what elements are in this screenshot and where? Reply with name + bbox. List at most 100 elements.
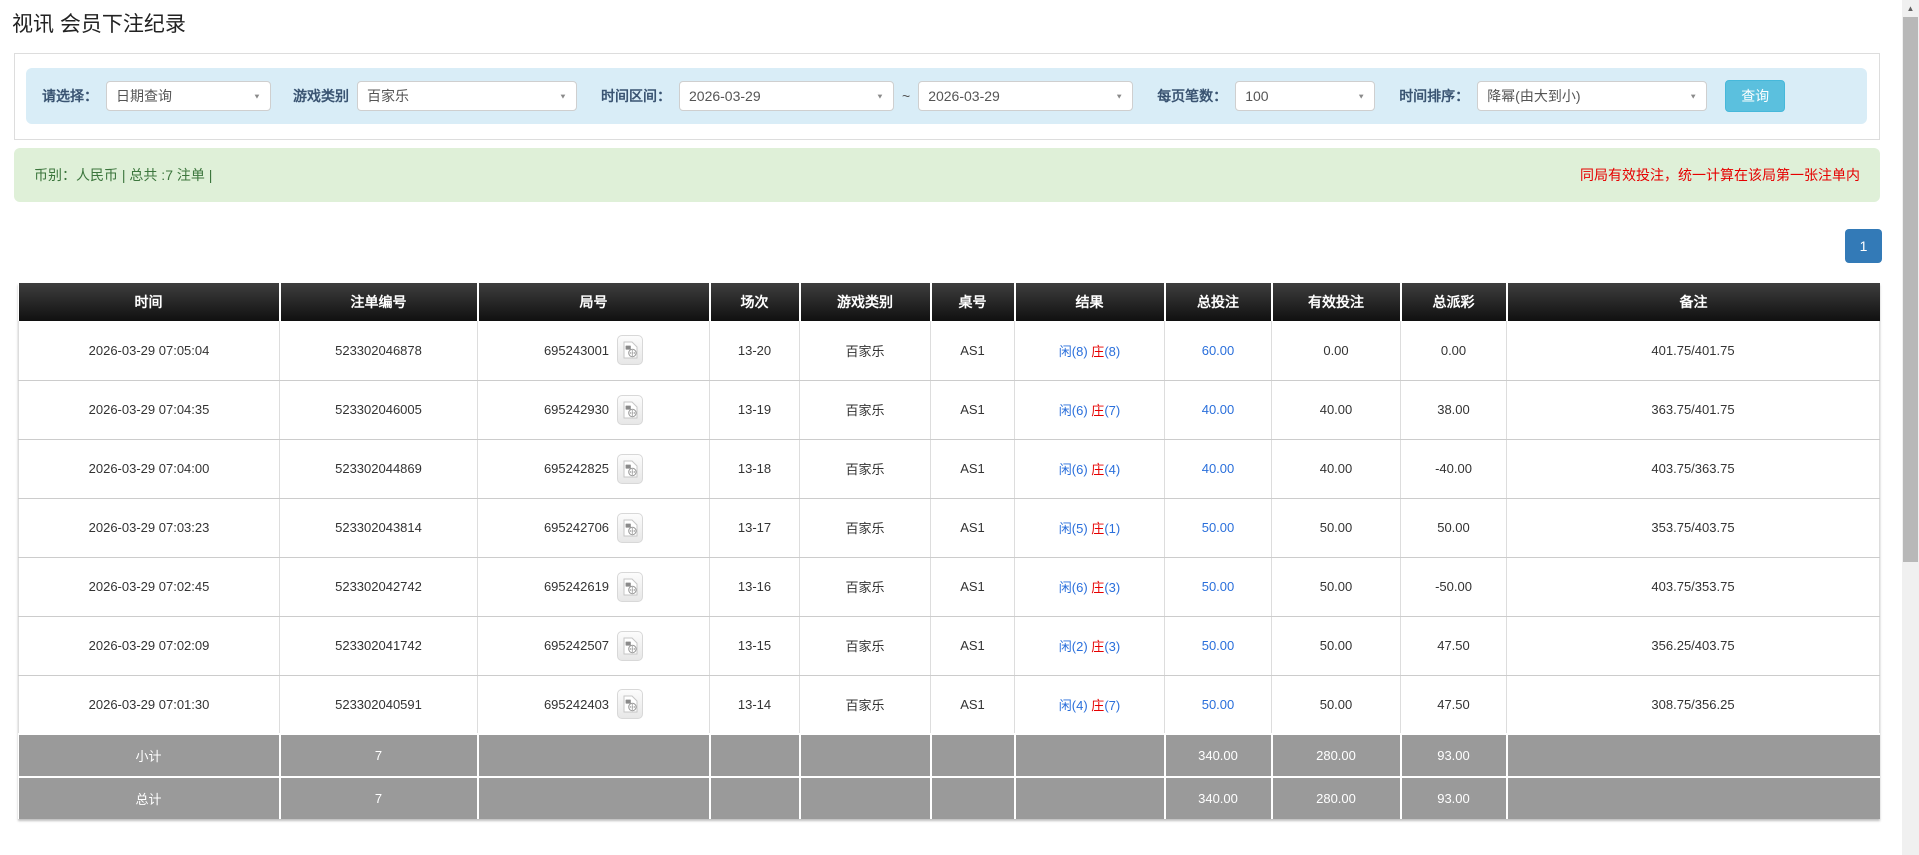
chevron-down-icon[interactable]: ▼ <box>1680 92 1706 100</box>
cell-game-type: 百家乐 <box>799 439 931 499</box>
total-bet-link[interactable]: 50.00 <box>1202 579 1235 594</box>
chevron-down-icon[interactable]: ▼ <box>1348 92 1374 100</box>
table-row: 2026-03-29 07:03:23 523302043814 695242706… <box>18 498 1880 558</box>
cell-total-bet[interactable]: 50.00 <box>1164 616 1272 676</box>
column-header: 桌号 <box>930 283 1016 321</box>
cell-total-bet[interactable]: 60.00 <box>1164 321 1272 381</box>
result-banker: 庄 <box>1091 403 1105 418</box>
total-bet-link[interactable]: 40.00 <box>1202 402 1235 417</box>
chevron-down-icon[interactable]: ▼ <box>1106 92 1132 100</box>
cell-session: 13-15 <box>709 616 800 676</box>
game-type-select[interactable]: 百家乐 ▼ <box>357 81 577 111</box>
pagination-page-1[interactable]: 1 <box>1845 229 1882 263</box>
cell-bet-id: 523302044869 <box>279 439 478 499</box>
cell-total-bet[interactable]: 50.00 <box>1164 557 1272 617</box>
chevron-up-icon[interactable]: ▲ <box>1902 0 1919 17</box>
query-type-select[interactable]: 日期查询 ▼ <box>106 81 271 111</box>
time-sort-select[interactable]: 降幂(由大到小) ▼ <box>1477 81 1708 111</box>
total-bet-link[interactable]: 40.00 <box>1202 461 1235 476</box>
date-to-value: 2026-03-29 <box>928 88 1000 104</box>
date-from-select[interactable]: 2026-03-29 ▼ <box>679 81 894 111</box>
video-file-icon[interactable] <box>617 512 644 543</box>
vertical-scrollbar[interactable]: ▲ <box>1902 0 1919 855</box>
result-banker-count: (7) <box>1104 403 1121 418</box>
cell-total-bet[interactable]: 40.00 <box>1164 439 1272 499</box>
cell-total-bet[interactable]: 40.00 <box>1164 380 1272 440</box>
cell-bet-id: 523302046878 <box>279 321 478 381</box>
cell-remark: 403.75/353.75 <box>1506 557 1880 617</box>
per-page-select[interactable]: 100 ▼ <box>1235 81 1376 111</box>
cell-game-type: 百家乐 <box>799 321 931 381</box>
round-number: 695242507 <box>543 638 610 653</box>
cell-table-no: AS1 <box>930 557 1015 617</box>
cell-bet-id: 523302043814 <box>279 498 478 558</box>
column-header: 有效投注 <box>1271 283 1402 321</box>
chevron-down-icon[interactable]: ▼ <box>550 92 576 100</box>
cell-round: 695242619 <box>477 557 710 617</box>
cell-game-type: 百家乐 <box>799 557 931 617</box>
video-file-icon[interactable] <box>617 630 644 661</box>
game-type-select-value: 百家乐 <box>367 88 409 104</box>
cell-remark: 308.75/356.25 <box>1506 675 1880 735</box>
result-banker-count: (3) <box>1104 580 1121 595</box>
scrollbar-thumb[interactable] <box>1903 17 1918 562</box>
table-row: 2026-03-29 07:04:00 523302044869 695242825… <box>18 439 1880 499</box>
cell-round: 695242507 <box>477 616 710 676</box>
query-type-select-value: 日期查询 <box>116 88 172 104</box>
chevron-down-icon[interactable]: ▼ <box>244 92 270 100</box>
round-number: 695242403 <box>543 696 610 712</box>
cell-result: 闲(6) 庄(4) <box>1014 439 1165 499</box>
result-player: 闲(6) <box>1058 462 1092 477</box>
cell-table-no: AS1 <box>930 439 1015 499</box>
search-button[interactable]: 查询 <box>1725 80 1786 112</box>
video-file-icon[interactable] <box>617 394 644 425</box>
video-file-icon[interactable] <box>617 689 644 720</box>
result-player: 闲(5) <box>1058 521 1092 536</box>
table-body: 2026-03-29 07:05:04 523302046878 695243001… <box>18 321 1880 735</box>
table-row: 2026-03-29 07:05:04 523302046878 695243001… <box>18 321 1880 381</box>
cell-payout: 47.50 <box>1400 616 1507 676</box>
total-bet-link[interactable]: 50.00 <box>1202 697 1235 712</box>
cell-table-no: AS1 <box>930 321 1015 381</box>
column-header: 局号 <box>477 283 711 321</box>
cell-valid-bet: 50.00 <box>1271 616 1401 676</box>
total-bet-link[interactable]: 50.00 <box>1202 638 1235 653</box>
video-file-icon[interactable] <box>617 571 644 602</box>
result-banker-count: (8) <box>1104 343 1121 359</box>
cell-game-type: 百家乐 <box>799 675 931 735</box>
time-sort-value: 降幂(由大到小) <box>1487 88 1581 104</box>
cell-round: 695242706 <box>477 498 710 558</box>
cell-round: 695242930 <box>477 380 710 440</box>
total-row-cell-5 <box>930 776 1016 819</box>
cell-time: 2026-03-29 07:03:23 <box>18 498 280 558</box>
subtotal-row-cell-10 <box>1506 733 1880 777</box>
video-file-icon[interactable] <box>617 453 644 484</box>
cell-round: 695242403 <box>477 675 710 735</box>
subtotal-row-cell-5 <box>930 733 1016 777</box>
table-row: 2026-03-29 07:01:30 523302040591 695242403… <box>18 675 1880 735</box>
result-banker: 庄 <box>1091 521 1105 536</box>
total-row-cell-7: 340.00 <box>1164 776 1273 819</box>
total-row-cell-0: 总计 <box>18 776 281 819</box>
video-file-icon[interactable] <box>617 335 644 366</box>
cell-valid-bet: 40.00 <box>1271 439 1401 499</box>
cell-session: 13-20 <box>709 321 800 381</box>
total-bet-link[interactable]: 50.00 <box>1202 520 1235 535</box>
cell-total-bet[interactable]: 50.00 <box>1164 675 1272 735</box>
total-row-cell-3 <box>709 776 801 819</box>
cell-remark: 353.75/403.75 <box>1506 498 1880 558</box>
total-bet-link[interactable]: 60.00 <box>1202 343 1235 358</box>
date-from-value: 2026-03-29 <box>689 88 761 104</box>
cell-total-bet[interactable]: 50.00 <box>1164 498 1272 558</box>
date-to-select[interactable]: 2026-03-29 ▼ <box>918 81 1134 111</box>
cell-remark: 401.75/401.75 <box>1506 321 1880 381</box>
table-row: 2026-03-29 07:02:45 523302042742 695242619… <box>18 557 1880 617</box>
cell-session: 13-16 <box>709 557 800 617</box>
cell-time: 2026-03-29 07:01:30 <box>18 675 280 735</box>
filter-panel: 请选择： 日期查询 ▼ 游戏类别 百家乐 ▼ 时间区间： 2026-03-29 … <box>14 53 1880 140</box>
result-player: 闲(2) <box>1058 639 1092 654</box>
cell-bet-id: 523302042742 <box>279 557 478 617</box>
chevron-down-icon[interactable]: ▼ <box>867 92 893 100</box>
cell-valid-bet: 50.00 <box>1271 498 1401 558</box>
column-header: 总派彩 <box>1400 283 1508 321</box>
